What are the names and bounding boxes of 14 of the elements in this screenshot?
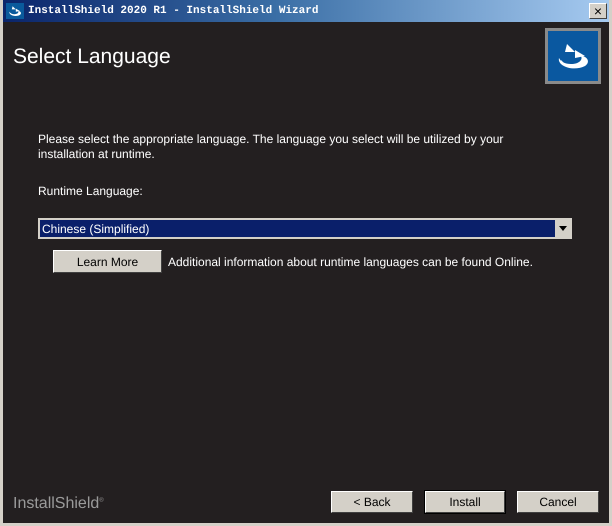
installshield-logo-icon: [545, 28, 601, 84]
app-icon: [6, 3, 24, 19]
learn-more-button[interactable]: Learn More: [53, 250, 162, 273]
info-text: Additional information about runtime languages can be found Online.: [168, 254, 533, 268]
language-dropdown[interactable]: Chinese (Simplified): [38, 218, 572, 239]
instruction-text: Please select the appropriate language. The language you select will be utilized by your installation at runtime.: [38, 132, 504, 162]
field-label: Runtime Language:: [38, 184, 144, 198]
page-title: Select Language: [13, 45, 171, 69]
close-button[interactable]: ×: [589, 3, 607, 19]
brand-text: InstallShield$^{®}$: [13, 495, 104, 513]
wizard-button[interactable]: Install: [425, 491, 505, 513]
wizard-button[interactable]: < Back: [331, 491, 413, 513]
window-title: InstallShield 2020 R1 - InstallShield Wizard: [28, 5, 320, 17]
wizard-button[interactable]: Cancel: [517, 491, 599, 513]
